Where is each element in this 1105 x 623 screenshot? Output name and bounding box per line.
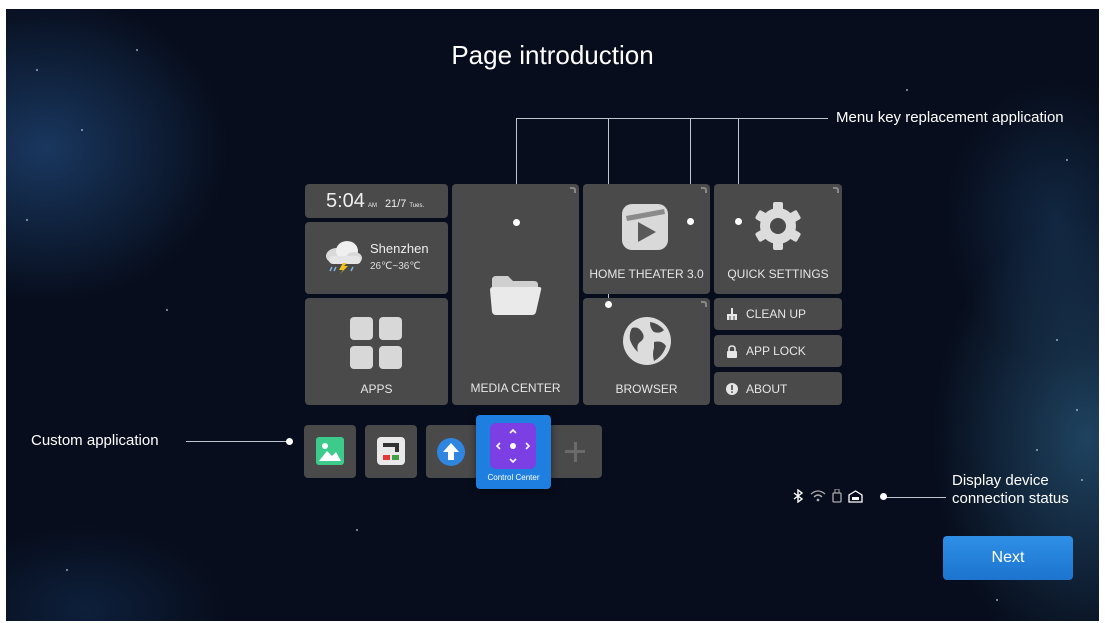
clock-ampm: AM [367, 203, 377, 209]
app-lock-tile[interactable]: APP LOCK [714, 335, 842, 367]
folder-icon [490, 276, 542, 315]
star [166, 309, 168, 311]
globe-icon [623, 317, 671, 365]
lock-icon [727, 344, 737, 358]
star [906, 89, 908, 91]
arrow-up-icon [437, 438, 465, 466]
browser-label: BROWSER [615, 382, 678, 396]
custom-app-leader-line [186, 441, 290, 442]
star [1036, 449, 1038, 451]
video-play-icon [622, 204, 668, 250]
storm-cloud-icon [326, 241, 362, 274]
about-tile[interactable]: ABOUT [714, 372, 842, 405]
pointer-dot [880, 493, 887, 500]
status-bar [792, 489, 863, 503]
clean-up-label: CLEAN UP [746, 307, 807, 321]
share-icon [377, 437, 405, 465]
control-center-app[interactable]: Control Center [476, 415, 551, 489]
star [26, 219, 28, 221]
pointer-dot [286, 438, 293, 445]
home-theater-label: HOME THEATER 3.0 [589, 267, 704, 281]
add-app-button[interactable] [548, 425, 602, 478]
info-icon [726, 382, 738, 395]
media-center-tile[interactable]: MEDIA CENTER [452, 184, 579, 405]
pointer-dot [605, 301, 612, 308]
gear-icon [755, 202, 801, 250]
device-status-leader-line [884, 497, 946, 498]
clock-widget: 5:04 AM 21/7 Tues. [305, 184, 448, 218]
menu-key-leader-line [516, 118, 828, 119]
control-center-label: Control Center [487, 473, 540, 482]
home-theater-tile[interactable]: HOME THEATER 3.0 [583, 184, 710, 294]
star [1076, 409, 1078, 411]
bluetooth-icon [793, 489, 804, 503]
star [66, 569, 68, 571]
browser-tile[interactable]: BROWSER [583, 298, 710, 405]
clock-time: 5:04 [326, 190, 365, 212]
corner-marker [833, 187, 839, 193]
gallery-app[interactable] [304, 425, 356, 478]
next-button[interactable]: Next [943, 536, 1073, 580]
corner-marker [570, 187, 576, 193]
quick-settings-label: QUICK SETTINGS [727, 267, 829, 281]
corner-marker [701, 301, 707, 307]
pointer-dot [735, 218, 742, 225]
ethernet-icon [848, 489, 863, 503]
star [996, 599, 998, 601]
image-icon [316, 437, 344, 465]
clean-up-tile[interactable]: CLEAN UP [714, 298, 842, 330]
star [81, 129, 83, 131]
wifi-icon [810, 490, 826, 502]
weather-city: Shenzhen [370, 241, 429, 256]
weather-range: 26℃~36℃ [370, 261, 421, 272]
apps-label: APPS [360, 382, 393, 396]
menu-key-annotation: Menu key replacement application [836, 109, 1064, 126]
weather-widget[interactable]: Shenzhen 26℃~36℃ [305, 222, 448, 294]
clock-weekday: Tues. [409, 203, 425, 209]
pointer-dot [513, 219, 520, 226]
clock-date: 21/7 [384, 198, 407, 210]
remote-dpad-icon [490, 423, 536, 469]
star [1066, 159, 1068, 161]
usb-icon [832, 489, 842, 503]
star [1056, 339, 1058, 341]
media-center-label: MEDIA CENTER [470, 381, 561, 395]
broom-icon [727, 308, 737, 320]
upload-app[interactable] [426, 425, 478, 478]
corner-marker [701, 187, 707, 193]
pointer-dot [687, 218, 694, 225]
grid-icon [350, 317, 403, 370]
device-status-annotation: Display device connection status [952, 472, 1069, 507]
quick-settings-tile[interactable]: QUICK SETTINGS [714, 184, 842, 294]
apps-tile[interactable]: APPS [305, 298, 448, 405]
page-title: Page introduction [451, 40, 654, 70]
app-lock-label: APP LOCK [746, 344, 806, 358]
star [356, 529, 358, 531]
share-app[interactable] [365, 425, 417, 478]
custom-app-annotation: Custom application [31, 432, 159, 449]
about-label: ABOUT [746, 381, 788, 396]
